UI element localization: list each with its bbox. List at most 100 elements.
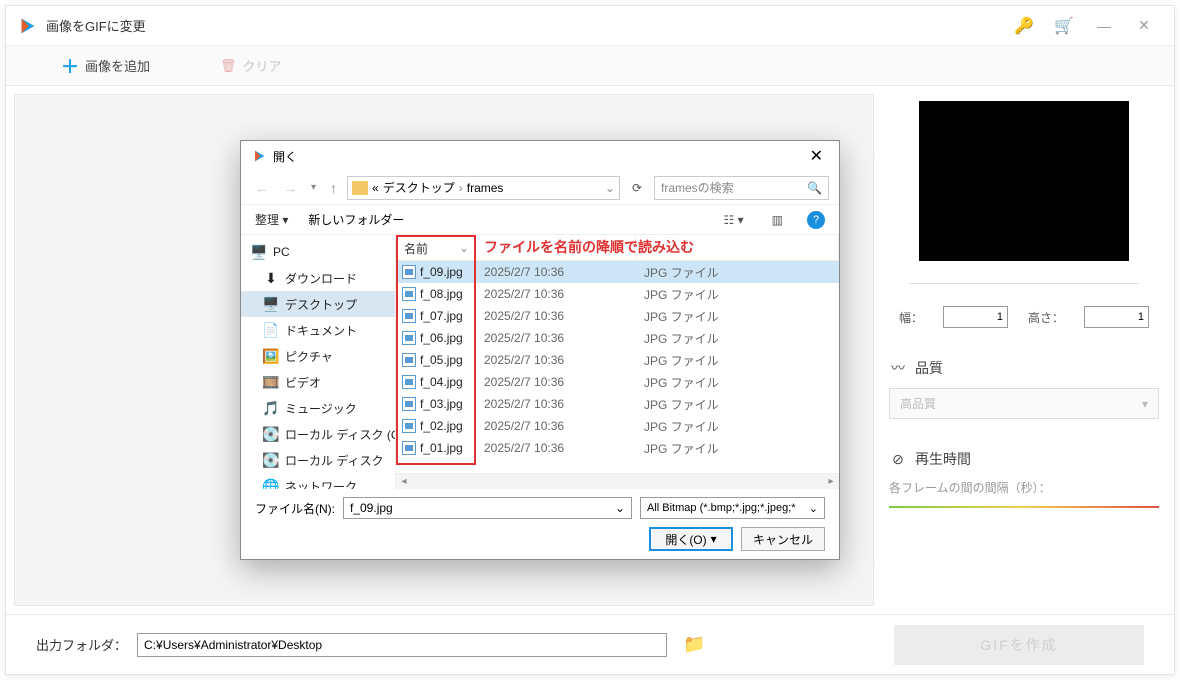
app-logo-icon [16,15,38,37]
search-input[interactable]: framesの検索 🔍 [654,176,829,200]
help-button[interactable]: ? [807,211,825,229]
dropdown-icon: ▾ [711,532,717,546]
file-open-dialog: 開く ✕ ← → ▾ ↑ « デスクトップ › frames ⌄ ⟳ frame… [240,140,840,560]
dialog-title: 開く [273,148,804,165]
file-date: 2025/2/7 10:36 [476,309,636,323]
file-type: JPG ファイル [636,440,839,457]
height-input[interactable] [1084,306,1149,328]
new-folder-button[interactable]: 新しいフォルダー [308,211,404,228]
nav-tree: 🖥️ PC ⬇ダウンロード🖥️デスクトップ 📄 ドキュメント 🖼️ピクチャ🎞️ビデオ🎵ミュ… [241,235,396,489]
preview-pane-button[interactable]: ▥ [768,213,787,227]
breadcrumb-seg2[interactable]: frames [467,181,504,195]
dialog-footer: ファイル名(N): f_09.jpg ⌄ All Bitmap (*.bmp;*… [241,489,839,559]
dialog-nav: ← → ▾ ↑ « デスクトップ › frames ⌄ ⟳ framesの検索 … [241,171,839,205]
create-gif-button[interactable]: GIFを作成 [894,625,1144,665]
add-image-label: 画像を追加 [85,56,150,75]
cart-icon[interactable]: 🛒 [1044,6,1084,46]
file-filter-select[interactable]: All Bitmap (*.bmp;*.jpg;*.jpeg;* ⌄ [640,497,825,519]
file-row[interactable]: f_05.jpg2025/2/7 10:36JPG ファイル [396,349,839,371]
chevron-down-icon[interactable]: ⌄ [605,181,615,195]
nav-back-button[interactable]: ← [251,180,273,196]
file-type: JPG ファイル [636,264,839,281]
view-mode-button[interactable]: ☷ ▾ [720,213,748,227]
app-footer: 出力フォルダ： 📁 GIFを作成 [6,614,1174,674]
key-icon[interactable]: 🔑 [1004,6,1044,46]
tree-item-pc[interactable]: 🖥️ PC [241,239,395,265]
file-icon [402,287,416,301]
width-label: 幅： [899,309,923,326]
file-date: 2025/2/7 10:36 [476,397,636,411]
tree-item-mus[interactable]: 🎵ミュージック [241,395,395,421]
quality-select[interactable]: 高品質 ▾ [889,388,1159,419]
file-row[interactable]: f_01.jpg2025/2/7 10:36JPG ファイル [396,437,839,459]
disk-icon: 💽 [263,452,279,468]
app-toolbar: ＋ 画像を追加 🗑 クリア [6,46,1174,86]
doc-icon: 📄 [263,322,279,338]
cancel-button[interactable]: キャンセル [741,527,825,551]
playtime-label: 再生時間 [915,449,971,469]
tree-item-disk[interactable]: 💽ローカル ディスク (C [241,421,395,447]
divider [909,283,1139,284]
tree-item-pic[interactable]: 🖼️ピクチャ [241,343,395,369]
clear-button[interactable]: 🗑 クリア [220,56,282,75]
open-button[interactable]: 開く(O)▾ [649,527,733,551]
file-name: f_03.jpg [420,397,463,411]
file-row[interactable]: f_08.jpg2025/2/7 10:36JPG ファイル [396,283,839,305]
file-name: f_04.jpg [420,375,463,389]
file-row[interactable]: f_07.jpg2025/2/7 10:36JPG ファイル [396,305,839,327]
file-icon [402,265,416,279]
file-row[interactable]: f_03.jpg2025/2/7 10:36JPG ファイル [396,393,839,415]
filename-value: f_09.jpg [350,501,393,515]
tree-item-net[interactable]: 🌐 ネットワーク [241,473,395,489]
add-image-button[interactable]: ＋ 画像を追加 [61,53,150,79]
organize-button[interactable]: 整理 ▾ [255,211,288,228]
breadcrumb-seg1[interactable]: デスクトップ [383,179,455,196]
nav-forward-button[interactable]: → [279,180,301,196]
minimize-button[interactable]: — [1084,6,1124,46]
tree-item-label: ネットワーク [285,478,357,490]
file-row[interactable]: f_09.jpg2025/2/7 10:36JPG ファイル [396,261,839,283]
tree-item-vid[interactable]: 🎞️ビデオ [241,369,395,395]
file-row[interactable]: f_02.jpg2025/2/7 10:36JPG ファイル [396,415,839,437]
search-icon: 🔍 [807,181,822,195]
file-date: 2025/2/7 10:36 [476,419,636,433]
nav-recent-button[interactable]: ▾ [307,182,320,193]
vid-icon: 🎞️ [263,374,279,390]
settings-pane: 幅： 高さ： 〰 品質 高品質 ▾ ⊘ 再生時間 [874,86,1174,614]
tree-item-dl[interactable]: ⬇ダウンロード [241,265,395,291]
file-name: f_05.jpg [420,353,463,367]
tree-item-disk[interactable]: 💽ローカル ディスク [241,447,395,473]
file-icon [402,353,416,367]
file-name: f_06.jpg [420,331,463,345]
filename-input[interactable]: f_09.jpg ⌄ [343,497,632,519]
tree-item-label: PC [273,245,290,259]
quality-section: 〰 品質 高品質 ▾ [889,358,1159,419]
width-input[interactable] [943,306,1008,328]
folder-icon[interactable]: 📁 [683,634,705,655]
file-date: 2025/2/7 10:36 [476,353,636,367]
app-title: 画像をGIFに変更 [46,16,146,35]
nav-up-button[interactable]: ↑ [326,180,341,196]
chevron-down-icon: ⌄ [615,501,625,515]
file-row[interactable]: f_06.jpg2025/2/7 10:36JPG ファイル [396,327,839,349]
file-type: JPG ファイル [636,286,839,303]
tree-item-desk[interactable]: 🖥️デスクトップ [241,291,395,317]
tree-item-label: ダウンロード [285,270,357,287]
output-folder-input[interactable] [137,633,667,657]
dialog-close-button[interactable]: ✕ [804,146,829,166]
quality-icon: 〰 [889,359,907,377]
address-bar[interactable]: « デスクトップ › frames ⌄ [347,176,620,200]
tree-item-doc[interactable]: 📄 ドキュメント [241,317,395,343]
file-icon [402,441,416,455]
net-icon: 🌐 [263,478,279,489]
pc-icon: 🖥️ [251,244,267,260]
breadcrumb-prefix: « [372,181,379,195]
close-button[interactable]: ✕ [1124,6,1164,46]
horizontal-scrollbar[interactable]: ◂ ▸ [396,473,839,489]
refresh-button[interactable]: ⟳ [626,181,648,195]
file-row[interactable]: f_04.jpg2025/2/7 10:36JPG ファイル [396,371,839,393]
tree-item-label: ドキュメント [285,322,357,339]
column-header-name[interactable]: 名前 ⌄ [396,235,476,260]
tree-item-label: ローカル ディスク (C [285,426,396,443]
quality-value: 高品質 [900,395,936,412]
